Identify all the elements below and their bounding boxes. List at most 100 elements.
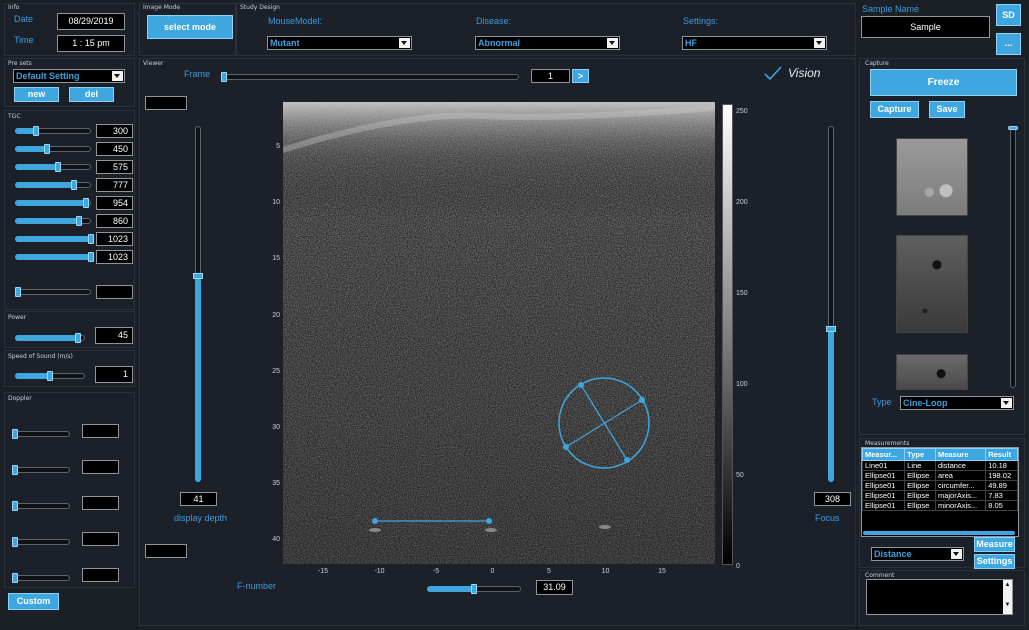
delete-preset-button[interactable]: del xyxy=(69,87,114,102)
doppler-field-2[interactable] xyxy=(82,460,119,474)
ultrasound-image[interactable] xyxy=(283,102,715,564)
speed-of-sound-thumb[interactable] xyxy=(47,371,53,381)
disease-select[interactable]: Abnormal xyxy=(475,36,620,50)
doppler-slider-2-thumb[interactable] xyxy=(12,465,18,475)
line-handle-end[interactable] xyxy=(486,518,492,524)
chevron-down-icon[interactable] xyxy=(951,549,962,559)
focus-thumb[interactable] xyxy=(826,325,836,332)
comment-scrollbar[interactable]: ▲ ▼ xyxy=(1003,580,1012,614)
table-header[interactable]: Measur... xyxy=(862,448,906,461)
comment-textarea[interactable] xyxy=(866,579,1013,615)
tgc-slider-2[interactable] xyxy=(15,144,91,154)
ellipse-handle[interactable] xyxy=(563,444,569,450)
display-depth-thumb[interactable] xyxy=(193,272,203,279)
sample-name-field[interactable]: Sample xyxy=(861,16,990,38)
table-header[interactable]: Measure xyxy=(934,448,987,461)
doppler-slider-2[interactable] xyxy=(12,465,70,475)
tgc-slider-extra-thumb[interactable] xyxy=(15,287,21,297)
presets-select[interactable]: Default Setting xyxy=(13,69,125,83)
tgc-slider-5[interactable] xyxy=(15,198,91,208)
select-mode-button[interactable]: select mode xyxy=(147,15,233,39)
tgc-slider-7-thumb[interactable] xyxy=(88,234,94,244)
frame-field[interactable]: 1 xyxy=(531,69,570,83)
thumbnail-1[interactable] xyxy=(896,138,968,216)
tgc-slider-5-thumb[interactable] xyxy=(82,198,89,208)
table-row[interactable]: Ellipse01 Ellipse circumfer... 49.89 xyxy=(862,480,1018,491)
line-handle-start[interactable] xyxy=(372,518,378,524)
chevron-down-icon[interactable] xyxy=(399,38,410,48)
tgc-field-2[interactable]: 450 xyxy=(96,142,133,156)
doppler-slider-5[interactable] xyxy=(12,573,70,583)
table-scrollbar[interactable] xyxy=(863,531,1015,535)
tgc-slider-4[interactable] xyxy=(15,180,91,190)
chevron-down-icon[interactable] xyxy=(112,71,123,81)
tgc-field-extra[interactable] xyxy=(96,285,133,299)
doppler-field-4[interactable] xyxy=(82,532,119,546)
speed-of-sound-field[interactable]: 1 xyxy=(95,366,133,383)
ellipse-handle[interactable] xyxy=(639,397,645,403)
measure-button[interactable]: Measure xyxy=(974,537,1015,552)
tgc-slider-2-thumb[interactable] xyxy=(43,144,50,154)
doppler-slider-4[interactable] xyxy=(12,537,70,547)
next-frame-button[interactable]: > xyxy=(572,69,589,83)
tgc-slider-6[interactable] xyxy=(15,216,91,226)
tgc-field-7[interactable]: 1023 xyxy=(96,232,133,246)
display-depth-field[interactable]: 41 xyxy=(180,492,217,506)
date-field[interactable]: 08/29/2019 xyxy=(57,13,125,30)
table-row[interactable]: Line01 Line distance 10.18 xyxy=(862,460,1018,471)
table-row[interactable]: Ellipse01 Ellipse majorAxis... 7.83 xyxy=(862,490,1018,501)
power-field[interactable]: 45 xyxy=(95,327,133,344)
tgc-slider-6-thumb[interactable] xyxy=(75,216,82,226)
doppler-slider-3[interactable] xyxy=(12,501,70,511)
display-depth-slider[interactable] xyxy=(193,126,203,482)
table-row[interactable]: Ellipse01 Ellipse minorAxis... 8.05 xyxy=(862,500,1018,511)
line-measurement[interactable] xyxy=(372,518,492,524)
settings-select[interactable]: HF xyxy=(682,36,827,50)
doppler-field-5[interactable] xyxy=(82,568,119,582)
tgc-slider-1-thumb[interactable] xyxy=(33,126,40,136)
mouse-model-select[interactable]: Mutant xyxy=(267,36,412,50)
sd-button[interactable]: SD xyxy=(996,4,1021,26)
chevron-down-icon[interactable] xyxy=(1001,398,1012,408)
doppler-slider-3-thumb[interactable] xyxy=(12,501,18,511)
focus-field[interactable]: 308 xyxy=(814,492,851,506)
tgc-slider-4-thumb[interactable] xyxy=(70,180,77,190)
fnumber-field[interactable]: 31.09 xyxy=(536,580,573,595)
fnumber-slider[interactable] xyxy=(427,584,521,594)
power-thumb[interactable] xyxy=(75,333,81,343)
measure-settings-button[interactable]: Settings xyxy=(974,554,1015,569)
doppler-slider-4-thumb[interactable] xyxy=(12,537,18,547)
table-header[interactable]: Result xyxy=(985,448,1018,461)
measurements-table[interactable]: Measur... Type Measure Result Line01 Line dis… xyxy=(862,448,1018,511)
doppler-field-3[interactable] xyxy=(82,496,119,510)
measurement-overlay[interactable] xyxy=(283,102,715,564)
speed-of-sound-slider[interactable] xyxy=(15,371,85,381)
tgc-slider-3-thumb[interactable] xyxy=(54,162,61,172)
thumbnail-scrollbar[interactable] xyxy=(1008,126,1018,388)
capture-button[interactable]: Capture xyxy=(870,101,919,118)
tool-select[interactable]: Distance xyxy=(871,547,964,561)
thumbnail-3[interactable] xyxy=(896,354,968,390)
thumbnail-2[interactable] xyxy=(896,235,968,333)
tgc-slider-1[interactable] xyxy=(15,126,91,136)
ellipse-handle[interactable] xyxy=(578,382,584,388)
tgc-slider-8[interactable] xyxy=(15,252,94,262)
tgc-slider-extra[interactable] xyxy=(15,287,91,297)
tgc-field-3[interactable]: 575 xyxy=(96,160,133,174)
tgc-field-8[interactable]: 1023 xyxy=(96,250,133,264)
ellipse-measurement[interactable] xyxy=(558,377,650,469)
doppler-slider-1[interactable] xyxy=(12,429,70,439)
table-header[interactable]: Type xyxy=(904,448,936,461)
new-preset-button[interactable]: new xyxy=(14,87,59,102)
freeze-button[interactable]: Freeze xyxy=(870,69,1017,96)
ellipse-handle[interactable] xyxy=(624,457,630,463)
time-field[interactable]: 1 : 15 pm xyxy=(57,35,125,52)
frame-thumb[interactable] xyxy=(221,72,227,82)
table-row[interactable]: Ellipse01 Ellipse area 198.02 xyxy=(862,470,1018,481)
doppler-slider-5-thumb[interactable] xyxy=(12,573,18,583)
chevron-down-icon[interactable] xyxy=(814,38,825,48)
chevron-down-icon[interactable] xyxy=(607,38,618,48)
save-button[interactable]: Save xyxy=(929,101,965,118)
tgc-field-4[interactable]: 777 xyxy=(96,178,133,192)
tgc-field-5[interactable]: 954 xyxy=(96,196,133,210)
